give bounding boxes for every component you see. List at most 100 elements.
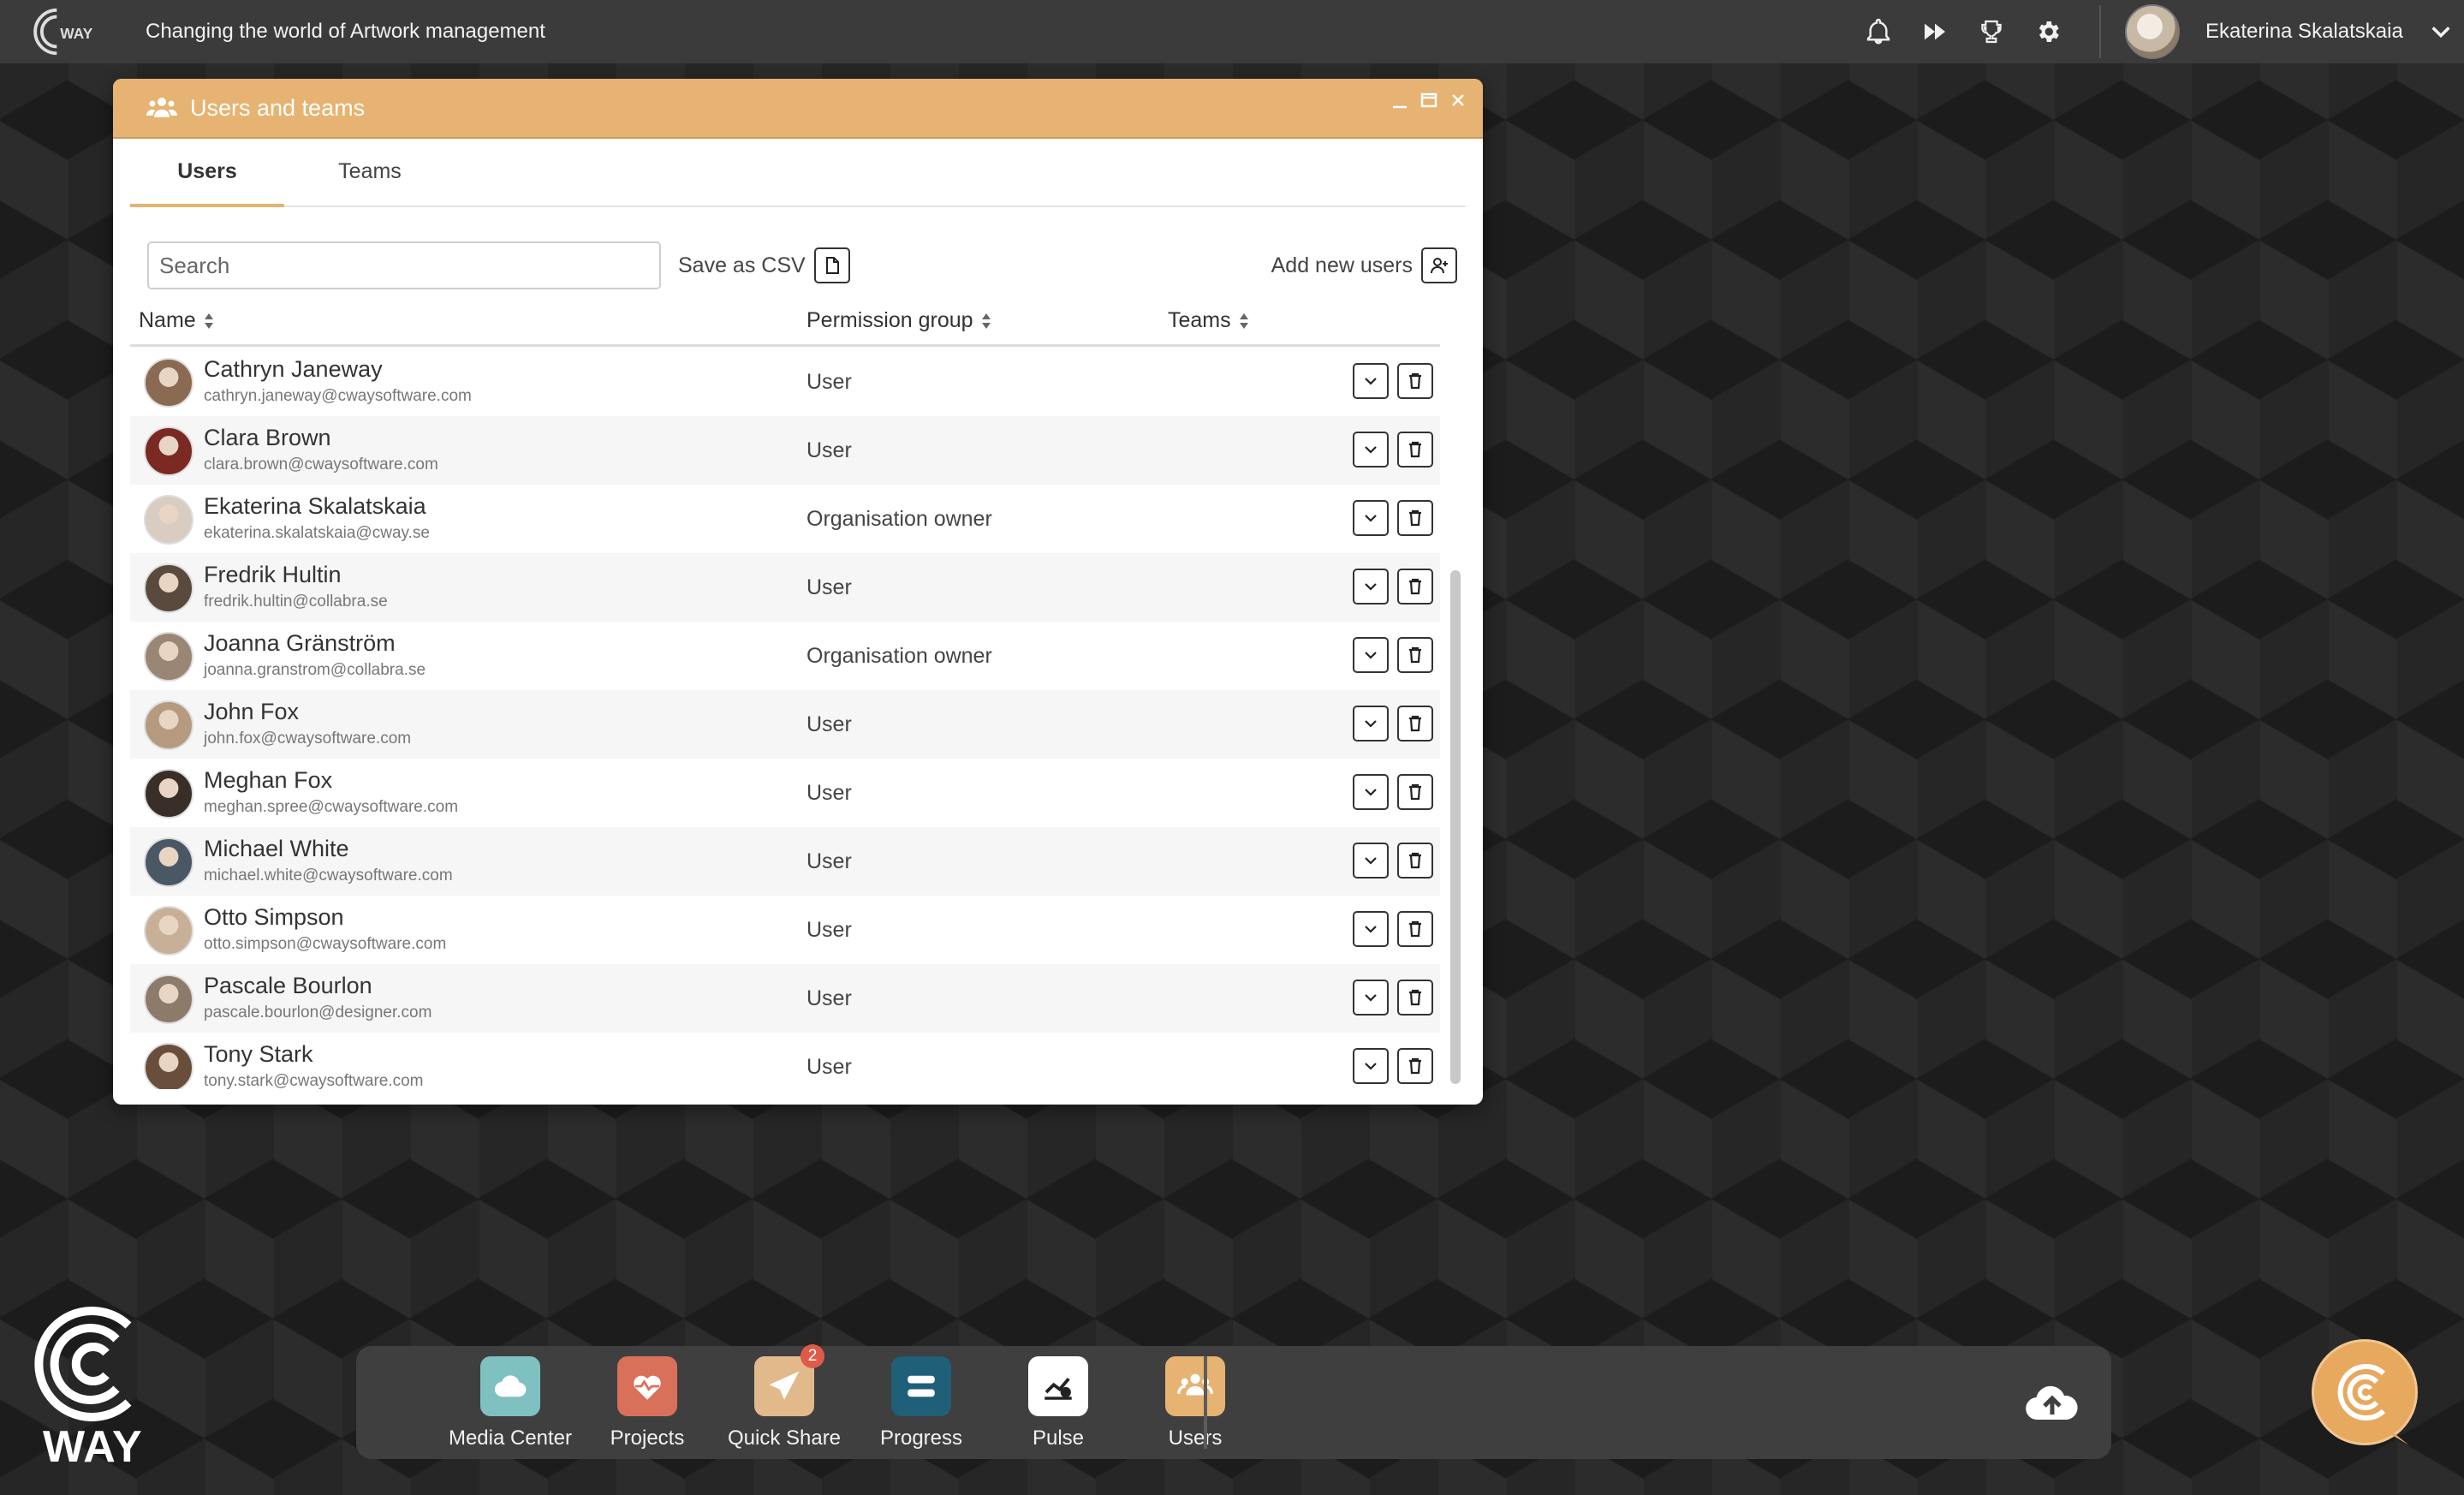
column-name-label[interactable]: Name — [139, 308, 196, 333]
expand-row-button[interactable] — [1353, 432, 1389, 468]
expand-row-button[interactable] — [1353, 637, 1389, 673]
delete-user-button[interactable] — [1397, 980, 1433, 1016]
trash-icon[interactable] — [1406, 851, 1425, 870]
delete-user-button[interactable] — [1397, 569, 1433, 605]
sort-icon[interactable] — [203, 312, 215, 331]
search-input[interactable] — [147, 241, 661, 289]
trash-icon[interactable] — [1406, 1057, 1425, 1075]
expand-row-button[interactable] — [1353, 911, 1389, 947]
progress-tile[interactable] — [891, 1356, 951, 1416]
table-row[interactable]: Michael White michael.white@cwaysoftware.… — [130, 827, 1440, 896]
dock-label[interactable]: Users — [1127, 1427, 1264, 1450]
dock-media-center[interactable]: Media Center — [442, 1356, 579, 1450]
add-new-users-button[interactable]: Add new users — [1271, 241, 1457, 289]
chevron-down-icon[interactable] — [1361, 440, 1380, 459]
trash-icon[interactable] — [1406, 440, 1425, 459]
delete-user-button[interactable] — [1397, 774, 1433, 810]
table-row[interactable]: Fredrik Hultin fredrik.hultin@collabra.se… — [130, 553, 1440, 622]
expand-row-button[interactable] — [1353, 569, 1389, 605]
tab-users[interactable]: Users — [130, 139, 284, 207]
cloud-upload-icon[interactable] — [2024, 1377, 2080, 1428]
save-csv-label[interactable]: Save as CSV — [678, 253, 806, 278]
user-menu[interactable]: Ekaterina Skalatskaia — [2125, 0, 2464, 63]
delete-user-button[interactable] — [1397, 1048, 1433, 1084]
chevron-down-icon[interactable] — [1361, 920, 1380, 938]
delete-user-button[interactable] — [1397, 706, 1433, 742]
table-row[interactable]: Clara Brown clara.brown@cwaysoftware.com U… — [130, 416, 1440, 485]
delete-user-button[interactable] — [1397, 911, 1433, 947]
column-header-permission[interactable]: Permission group — [806, 308, 992, 333]
trash-icon[interactable] — [1406, 783, 1425, 801]
chevron-down-icon[interactable] — [1361, 372, 1380, 390]
trash-icon[interactable] — [1406, 577, 1425, 596]
trash-icon[interactable] — [1406, 646, 1425, 664]
table-row[interactable]: Cathryn Janeway cathryn.janeway@cwaysoftw… — [130, 348, 1440, 416]
chevron-down-icon[interactable] — [1361, 714, 1380, 733]
chat-support-button[interactable] — [2312, 1339, 2418, 1445]
sort-icon[interactable] — [980, 312, 992, 331]
table-row[interactable]: Joanna Gränström joanna.granstrom@collabr… — [130, 622, 1440, 690]
trash-icon[interactable] — [1406, 714, 1425, 733]
column-header-teams[interactable]: Teams — [1168, 308, 1250, 333]
dock-progress[interactable]: Progress — [853, 1356, 990, 1450]
dock-pulse[interactable]: Pulse — [990, 1356, 1127, 1450]
table-row[interactable]: Meghan Fox meghan.spree@cwaysoftware.com U… — [130, 759, 1440, 827]
delete-user-button[interactable] — [1397, 500, 1433, 536]
table-row[interactable]: Ekaterina Skalatskaia ekaterina.skalatska… — [130, 485, 1440, 553]
sort-icon[interactable] — [1238, 312, 1250, 331]
chevron-down-icon[interactable] — [1361, 646, 1380, 664]
table-row[interactable]: Pascale Bourlon pascale.bourlon@designer.… — [130, 964, 1440, 1033]
delete-user-button[interactable] — [1397, 843, 1433, 879]
chevron-down-icon[interactable] — [1361, 988, 1380, 1007]
bell-icon[interactable] — [1865, 18, 1892, 45]
expand-row-button[interactable] — [1353, 1048, 1389, 1084]
expand-row-button[interactable] — [1353, 500, 1389, 536]
chevron-down-icon[interactable] — [1361, 851, 1380, 870]
expand-row-button[interactable] — [1353, 774, 1389, 810]
file-icon[interactable] — [813, 247, 850, 283]
trash-icon[interactable] — [1406, 988, 1425, 1007]
quick-share-tile[interactable]: 2 — [754, 1344, 824, 1416]
dock-label[interactable]: Quick Share — [716, 1427, 853, 1450]
trash-icon[interactable] — [1406, 509, 1425, 527]
user-name[interactable]: Ekaterina Skalatskaia — [2205, 20, 2403, 44]
table-row[interactable]: John Fox john.fox@cwaysoftware.com User — [130, 690, 1440, 759]
delete-user-button[interactable] — [1397, 432, 1433, 468]
dock-label[interactable]: Progress — [853, 1427, 990, 1450]
chevron-down-icon[interactable] — [1361, 577, 1380, 596]
add-users-label[interactable]: Add new users — [1271, 253, 1413, 278]
dock-label[interactable]: Pulse — [990, 1427, 1127, 1450]
column-header-name[interactable]: Name — [139, 308, 215, 333]
dock-quick-share[interactable]: 2 Quick Share — [716, 1344, 853, 1450]
gear-icon[interactable] — [2034, 18, 2062, 45]
close-icon[interactable] — [1449, 91, 1467, 110]
projects-tile[interactable] — [617, 1356, 677, 1416]
window-titlebar[interactable]: Users and teams — [113, 79, 1483, 139]
chevron-down-icon[interactable] — [1361, 783, 1380, 801]
trash-icon[interactable] — [1406, 920, 1425, 938]
table-row[interactable]: Tony Stark tony.stark@cwaysoftware.com Use… — [130, 1033, 1440, 1089]
delete-user-button[interactable] — [1397, 637, 1433, 673]
expand-row-button[interactable] — [1353, 363, 1389, 399]
minimize-icon[interactable] — [1390, 91, 1409, 110]
fast-forward-icon[interactable] — [1921, 18, 1949, 45]
maximize-icon[interactable] — [1419, 91, 1438, 110]
table-row[interactable]: Otto Simpson otto.simpson@cwaysoftware.co… — [130, 896, 1440, 964]
media-center-tile[interactable] — [480, 1356, 540, 1416]
dock-label[interactable]: Projects — [579, 1427, 716, 1450]
users-tile[interactable] — [1165, 1356, 1225, 1416]
tab-teams[interactable]: Teams — [284, 139, 455, 205]
dock-projects[interactable]: Projects — [579, 1356, 716, 1450]
dock-label[interactable]: Media Center — [442, 1427, 579, 1450]
column-teams-label[interactable]: Teams — [1168, 308, 1231, 333]
column-permission-label[interactable]: Permission group — [806, 308, 973, 333]
user-avatar[interactable] — [2125, 4, 2180, 59]
trophy-icon[interactable] — [1978, 18, 2005, 45]
delete-user-button[interactable] — [1397, 363, 1433, 399]
trash-icon[interactable] — [1406, 372, 1425, 390]
chevron-down-icon[interactable] — [2429, 20, 2453, 44]
chevron-down-icon[interactable] — [1361, 509, 1380, 527]
expand-row-button[interactable] — [1353, 843, 1389, 879]
scrollbar[interactable] — [1450, 570, 1461, 1084]
pulse-tile[interactable] — [1028, 1356, 1088, 1416]
